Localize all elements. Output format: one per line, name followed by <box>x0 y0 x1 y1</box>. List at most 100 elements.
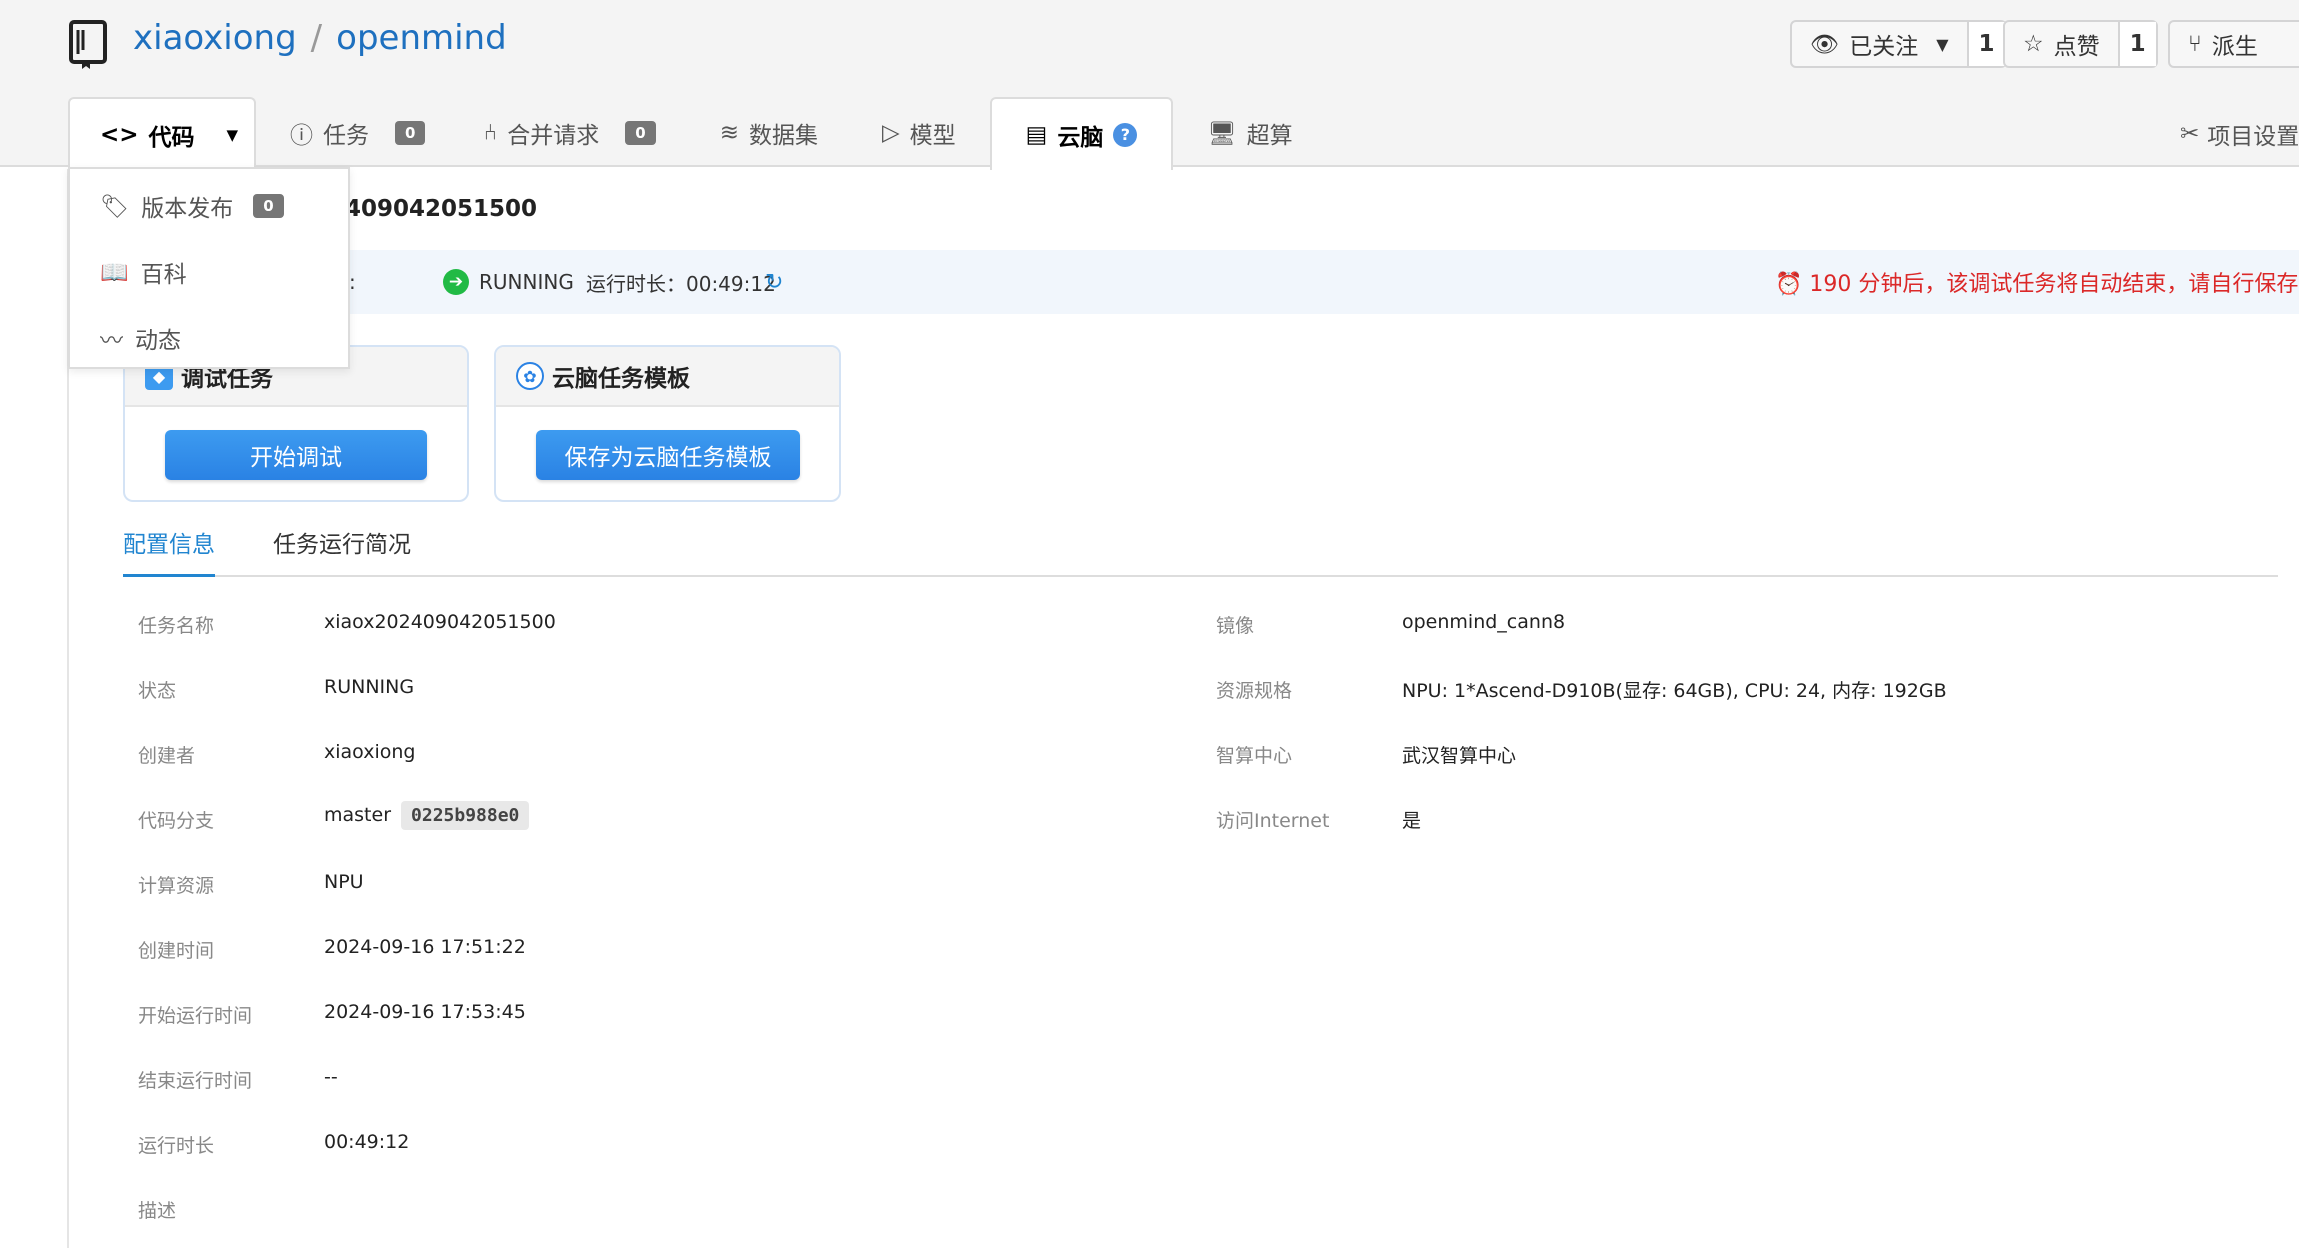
auto-stop-warning-text: 190 分钟后，该调试任务将自动结束，请自行保存调试结果 <box>1809 272 2299 297</box>
star-label: 点赞 <box>2053 34 2100 60</box>
fork-label: 派生 <box>2211 34 2258 60</box>
tab-supercompute-label: 超算 <box>1246 123 1293 149</box>
save-template-button[interactable]: 保存为云脑任务模板 <box>536 430 800 480</box>
refresh-icon[interactable]: ↻ <box>765 270 783 295</box>
task-name-label: 任务名称 <box>138 615 215 637</box>
run-duration-label: 运行时长 <box>138 1135 215 1157</box>
cloud-brain-icon: ✿ <box>516 362 544 390</box>
server-icon: ▤ <box>1025 121 1048 148</box>
compute-center-label: 智算中心 <box>1216 745 1293 767</box>
tag-icon: 🏷 <box>100 193 130 220</box>
duration-text: 运行时长：00:49:12 <box>586 271 776 296</box>
resource-spec-label: 资源规格 <box>1216 680 1293 702</box>
book-icon: 📖 <box>100 259 129 286</box>
image-label: 镜像 <box>1216 615 1255 637</box>
task-title: 409042051500 <box>345 196 538 222</box>
tab-cloudbrain-label: 云脑 <box>1057 124 1104 151</box>
detail-subtabs: 配置信息 任务运行简况 <box>123 525 2278 577</box>
subtab-run-summary[interactable]: 任务运行简况 <box>273 525 411 577</box>
tab-code[interactable]: <> 代码 ▼ <box>68 97 256 170</box>
tab-models[interactable]: ▷ 模型 <box>842 97 980 169</box>
end-time-value: -- <box>324 1066 338 1088</box>
dropdown-item-releases[interactable]: 🏷 版本发布 0 <box>100 189 284 223</box>
tab-pull-requests[interactable]: ⑃ 合并请求 0 <box>449 97 679 169</box>
task-name-value: xiaox202409042051500 <box>324 611 556 633</box>
subtab-config-info[interactable]: 配置信息 <box>123 525 215 577</box>
watch-button[interactable]: 👁 已关注 ▼ <box>1792 22 1967 66</box>
branch-value-group: master 0225b988e0 <box>324 801 530 830</box>
tab-issues-label: 任务 <box>323 123 369 149</box>
repo-settings-link[interactable]: ✂ 项目设置 <box>2180 117 2299 151</box>
internet-access-label: 访问Internet <box>1216 810 1330 832</box>
tab-models-label: 模型 <box>909 123 956 149</box>
caret-down-icon: ▼ <box>1936 34 1949 54</box>
help-icon[interactable]: ? <box>1113 122 1138 147</box>
description-label: 描述 <box>138 1200 177 1222</box>
tab-issues[interactable]: ⓘ 任务 0 <box>256 97 449 169</box>
releases-count-badge: 0 <box>253 194 284 218</box>
compute-resource-label: 计算资源 <box>138 875 215 897</box>
template-card-header: ✿ 云脑任务模板 <box>496 347 839 407</box>
compute-resource-value: NPU <box>324 871 364 893</box>
template-card-title: 云脑任务模板 <box>552 366 690 392</box>
code-dropdown-menu: 🏷 版本发布 0 📖 百科 〰 动态 <box>68 167 350 369</box>
start-debug-button[interactable]: 开始调试 <box>165 430 427 480</box>
tab-pull-requests-label: 合并请求 <box>507 123 600 149</box>
branch-label: 代码分支 <box>138 810 215 832</box>
dropdown-item-activity-label: 动态 <box>135 328 181 354</box>
status-value: RUNNING <box>324 676 415 698</box>
watch-label: 已关注 <box>1849 34 1919 60</box>
repo-owner-link[interactable]: xiaoxiong <box>133 18 297 58</box>
created-time-value: 2024-09-16 17:51:22 <box>324 936 526 958</box>
issues-count-badge: 0 <box>395 121 426 145</box>
compute-center-value: 武汉智算中心 <box>1402 745 1517 767</box>
task-status-bar: : ➔ RUNNING 运行时长：00:49:12 ↻ ⏰ 190 分钟后，该调… <box>69 250 2299 314</box>
dropdown-item-wiki-label: 百科 <box>140 262 187 288</box>
branch-value: master <box>324 804 392 826</box>
merge-icon: ⑃ <box>483 120 498 146</box>
status-text: RUNNING <box>479 270 574 294</box>
run-duration-value: 00:49:12 <box>324 1131 410 1153</box>
end-time-label: 结束运行时间 <box>138 1070 253 1092</box>
star-button-group: ☆ 点赞 1 <box>2003 20 2158 68</box>
tools-icon: ✂ <box>2180 121 2200 147</box>
tab-supercompute[interactable]: 🖥 超算 <box>1173 97 1316 169</box>
status-label-suffix: : <box>349 270 356 294</box>
commit-hash-badge[interactable]: 0225b988e0 <box>401 801 530 830</box>
tab-datasets[interactable]: ≋ 数据集 <box>680 97 842 169</box>
start-time-value: 2024-09-16 17:53:45 <box>324 1001 526 1023</box>
created-time-label: 创建时间 <box>138 940 215 962</box>
running-status-icon: ➔ <box>443 269 469 295</box>
creator-value: xiaoxiong <box>324 741 416 763</box>
repo-book-icon <box>69 20 107 69</box>
layers-icon: ≋ <box>719 120 739 146</box>
resource-spec-value: NPU: 1*Ascend-D910B(显存: 64GB), CPU: 24, … <box>1402 680 1947 702</box>
repo-separator: / <box>310 18 323 58</box>
issue-icon: ⓘ <box>290 123 313 149</box>
caret-down-icon: ▼ <box>226 125 239 144</box>
star-count[interactable]: 1 <box>2117 22 2156 66</box>
fork-button[interactable]: ⑂ 派生 <box>2170 22 2276 66</box>
internet-access-value: 是 <box>1402 810 1422 832</box>
repo-header: xiaoxiong / openmind 👁 已关注 ▼ 1 ☆ 点赞 1 ⑂ 派生… <box>0 0 2299 170</box>
watch-count[interactable]: 1 <box>1966 22 2005 66</box>
star-button[interactable]: ☆ 点赞 <box>2005 22 2118 66</box>
watch-button-group: 👁 已关注 ▼ 1 <box>1790 20 2007 68</box>
code-icon: <> <box>100 121 139 148</box>
pull-requests-count-badge: 0 <box>625 121 656 145</box>
status-label: 状态 <box>138 680 177 702</box>
dropdown-item-activity[interactable]: 〰 动态 <box>100 321 181 355</box>
tab-cloudbrain[interactable]: ▤ 云脑 ? <box>989 97 1174 170</box>
dropdown-item-wiki[interactable]: 📖 百科 <box>100 255 187 289</box>
repo-title: xiaoxiong / openmind <box>133 18 507 58</box>
repo-tabs: <> 代码 ▼ ⓘ 任务 0 ⑃ 合并请求 0 ≋ 数据集 ▷ 模型 ▤ 云脑 … <box>68 97 1317 170</box>
image-value: openmind_cann8 <box>1402 611 1566 633</box>
monitor-icon: 🖥 <box>1207 120 1237 147</box>
start-time-label: 开始运行时间 <box>138 1005 253 1027</box>
tab-datasets-label: 数据集 <box>748 123 818 149</box>
template-card: ✿ 云脑任务模板 保存为云脑任务模板 <box>494 345 841 502</box>
tab-code-label: 代码 <box>148 124 195 151</box>
creator-label: 创建者 <box>138 745 196 767</box>
eye-icon: 👁 <box>1810 31 1840 58</box>
repo-name-link[interactable]: openmind <box>336 18 507 58</box>
